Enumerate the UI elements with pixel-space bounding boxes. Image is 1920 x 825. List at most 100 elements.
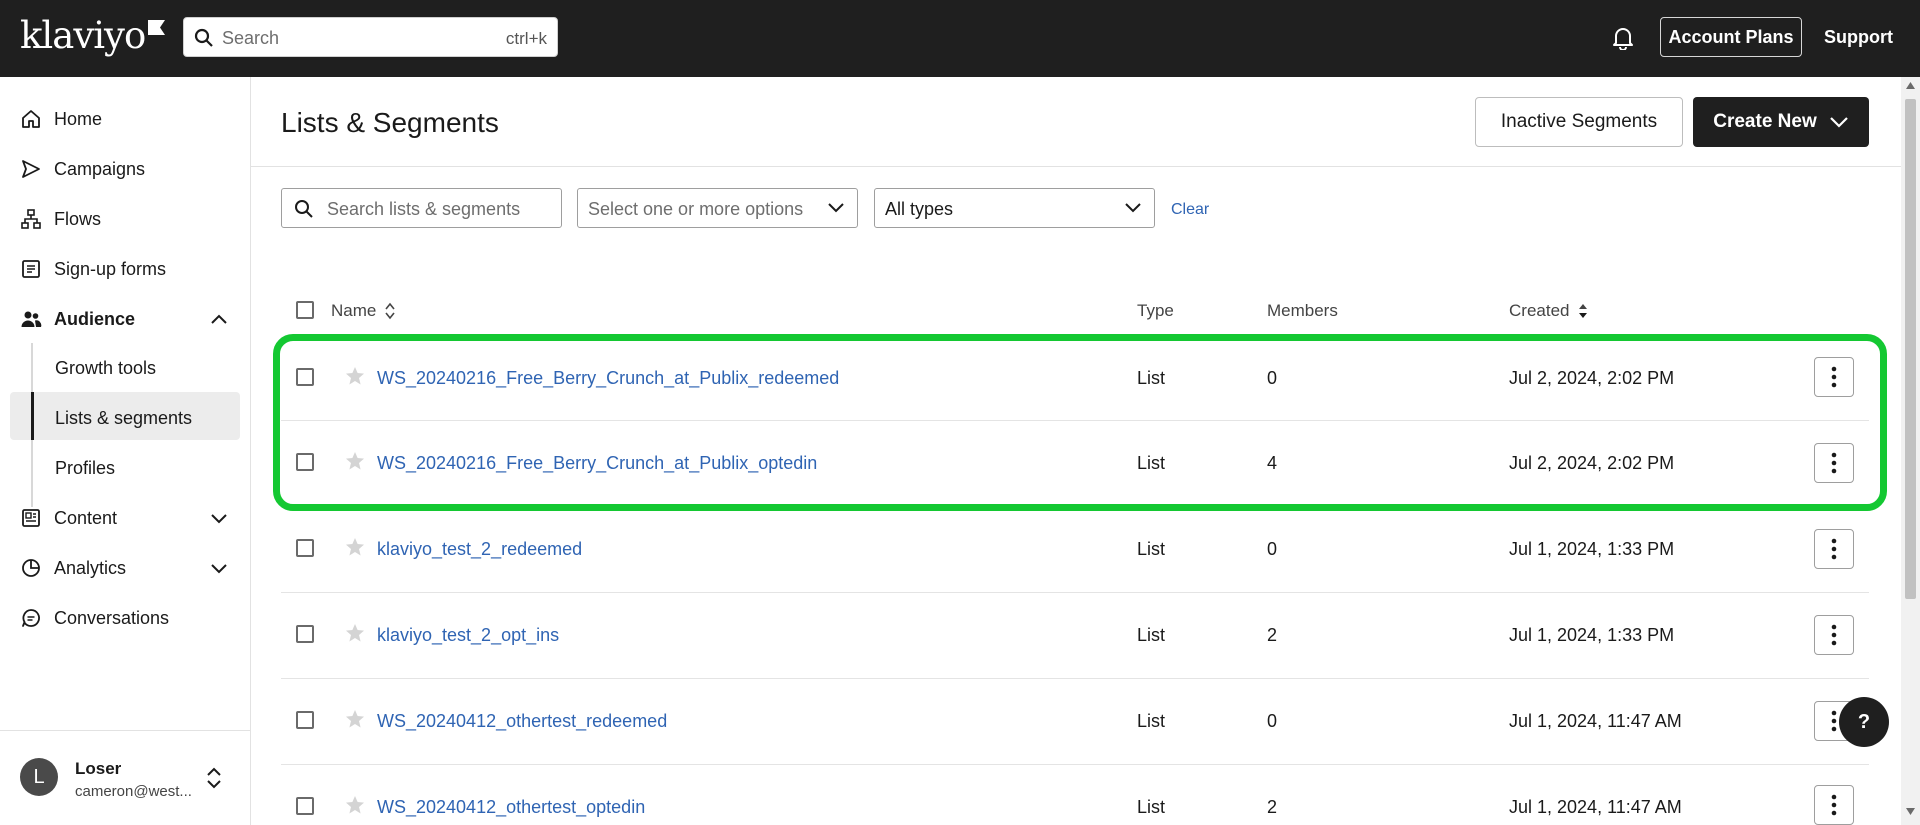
sidebar-item-label: Audience bbox=[54, 308, 136, 329]
row-checkbox[interactable] bbox=[296, 539, 314, 557]
star-icon[interactable] bbox=[344, 794, 366, 816]
home-icon bbox=[22, 110, 40, 128]
search-shortcut: ctrl+k bbox=[505, 29, 547, 48]
sidebar-item-campaigns[interactable]: Campaigns bbox=[20, 154, 145, 184]
user-profile-menu[interactable]: L Loser cameron@west... bbox=[0, 730, 251, 825]
chevron-down-icon bbox=[828, 203, 844, 213]
star-icon[interactable] bbox=[344, 708, 366, 730]
sidebar-item-label: Home bbox=[54, 108, 103, 129]
list-name-link[interactable]: klaviyo_test_2_redeemed bbox=[377, 539, 582, 560]
row-checkbox[interactable] bbox=[296, 711, 314, 729]
chevron-up-icon[interactable] bbox=[210, 312, 228, 326]
search-placeholder: Search bbox=[222, 28, 280, 48]
scroll-down-arrow-icon[interactable] bbox=[1906, 808, 1915, 815]
list-name-link[interactable]: WS_20240412_othertest_optedin bbox=[377, 797, 645, 818]
scroll-up-arrow-icon[interactable] bbox=[1906, 82, 1915, 89]
tags-select-placeholder: Select one or more options bbox=[588, 199, 804, 219]
row-divider bbox=[281, 592, 1869, 593]
avatar: L bbox=[20, 758, 58, 796]
row-actions-button[interactable] bbox=[1814, 785, 1854, 825]
row-checkbox[interactable] bbox=[296, 797, 314, 815]
column-header-label: Created bbox=[1509, 301, 1570, 320]
sort-desc-icon bbox=[1579, 304, 1588, 318]
clear-filters-link[interactable]: Clear bbox=[1171, 201, 1209, 219]
pie-chart-icon bbox=[22, 559, 40, 577]
create-new-label: Create New bbox=[1713, 111, 1817, 132]
bell-icon[interactable] bbox=[1612, 26, 1634, 50]
scrollbar-thumb[interactable] bbox=[1905, 99, 1916, 599]
more-vertical-icon bbox=[1831, 794, 1837, 816]
sidebar-item-label: Flows bbox=[54, 208, 102, 229]
help-button[interactable]: ? bbox=[1839, 697, 1889, 747]
chevron-down-icon[interactable] bbox=[210, 561, 228, 575]
row-checkbox[interactable] bbox=[296, 625, 314, 643]
sidebar-item-profiles[interactable]: Profiles bbox=[55, 458, 115, 479]
list-type: List bbox=[1137, 711, 1166, 731]
logo-text: klaviyo bbox=[20, 14, 146, 57]
more-vertical-icon bbox=[1831, 624, 1837, 646]
support-link[interactable]: Support bbox=[1824, 27, 1893, 48]
flow-icon bbox=[21, 209, 41, 229]
more-vertical-icon bbox=[1831, 538, 1837, 560]
sidebar-item-label: Analytics bbox=[54, 557, 127, 578]
inactive-segments-button[interactable]: Inactive Segments bbox=[1475, 97, 1683, 147]
search-icon bbox=[194, 28, 213, 47]
list-name-link[interactable]: klaviyo_test_2_opt_ins bbox=[377, 625, 559, 646]
header-divider bbox=[251, 166, 1901, 167]
list-type: List bbox=[1137, 625, 1166, 645]
list-created: Jul 1, 2024, 11:47 AM bbox=[1509, 711, 1682, 731]
row-actions-button[interactable] bbox=[1814, 529, 1854, 569]
list-created: Jul 1, 2024, 1:33 PM bbox=[1509, 625, 1675, 645]
list-members: 0 bbox=[1267, 711, 1278, 731]
list-search-input[interactable]: Search lists & segments bbox=[281, 188, 562, 228]
star-icon[interactable] bbox=[344, 622, 366, 644]
profile-name: Loser bbox=[75, 759, 122, 778]
sidebar: Home Campaigns Flows Sign-up forms Audie… bbox=[0, 77, 251, 825]
form-icon bbox=[22, 260, 40, 278]
search-icon bbox=[295, 200, 313, 218]
sidebar-item-signup-forms[interactable]: Sign-up forms bbox=[20, 254, 166, 284]
sidebar-item-content[interactable]: Content bbox=[20, 503, 117, 533]
star-icon[interactable] bbox=[344, 536, 366, 558]
type-select[interactable]: All types bbox=[874, 188, 1155, 228]
account-plans-button[interactable]: Account Plans bbox=[1660, 17, 1802, 57]
klaviyo-logo[interactable]: klaviyo bbox=[20, 14, 166, 57]
logo-flag-icon bbox=[148, 20, 166, 35]
chevron-updown-icon[interactable] bbox=[205, 767, 223, 789]
sidebar-item-label: Content bbox=[54, 507, 118, 528]
row-actions-button[interactable] bbox=[1814, 615, 1854, 655]
profile-email: cameron@west... bbox=[75, 783, 192, 800]
create-new-button[interactable]: Create New bbox=[1693, 97, 1869, 147]
sidebar-item-home[interactable]: Home bbox=[20, 104, 102, 134]
tags-select[interactable]: Select one or more options bbox=[577, 188, 858, 228]
send-icon bbox=[22, 160, 40, 178]
sidebar-item-label: Campaigns bbox=[54, 158, 146, 179]
list-created: Jul 1, 2024, 1:33 PM bbox=[1509, 539, 1675, 559]
sidebar-item-analytics[interactable]: Analytics bbox=[20, 553, 126, 583]
sidebar-item-audience[interactable]: Audience bbox=[20, 304, 135, 334]
chevron-down-icon[interactable] bbox=[210, 511, 228, 525]
sidebar-item-growth-tools[interactable]: Growth tools bbox=[55, 358, 156, 379]
list-name-link[interactable]: WS_20240412_othertest_redeemed bbox=[377, 711, 667, 732]
column-header-created[interactable]: Created bbox=[1509, 301, 1589, 321]
sidebar-item-lists-segments[interactable]: Lists & segments bbox=[55, 408, 192, 429]
select-all-checkbox[interactable] bbox=[296, 301, 314, 319]
content-icon bbox=[22, 509, 40, 527]
type-select-value: All types bbox=[885, 199, 954, 219]
sidebar-item-conversations[interactable]: Conversations bbox=[20, 603, 169, 633]
top-bar: klaviyo Search ctrl+k Account Plans Supp… bbox=[0, 0, 1920, 77]
sidebar-item-flows[interactable]: Flows bbox=[20, 204, 101, 234]
chevron-down-icon bbox=[1829, 117, 1848, 128]
list-type: List bbox=[1137, 797, 1166, 817]
chevron-down-icon bbox=[1125, 203, 1141, 213]
page-title: Lists & Segments bbox=[281, 107, 499, 138]
global-search-input[interactable]: Search ctrl+k bbox=[183, 17, 558, 57]
column-header-name[interactable]: Name bbox=[331, 301, 396, 321]
list-type: List bbox=[1137, 539, 1166, 559]
people-icon bbox=[21, 311, 42, 327]
list-members: 0 bbox=[1267, 539, 1278, 559]
sidebar-item-label: Conversations bbox=[54, 607, 170, 628]
sidebar-item-label: Sign-up forms bbox=[54, 258, 167, 279]
list-members: 2 bbox=[1267, 797, 1278, 817]
scrollbar[interactable] bbox=[1901, 77, 1920, 825]
